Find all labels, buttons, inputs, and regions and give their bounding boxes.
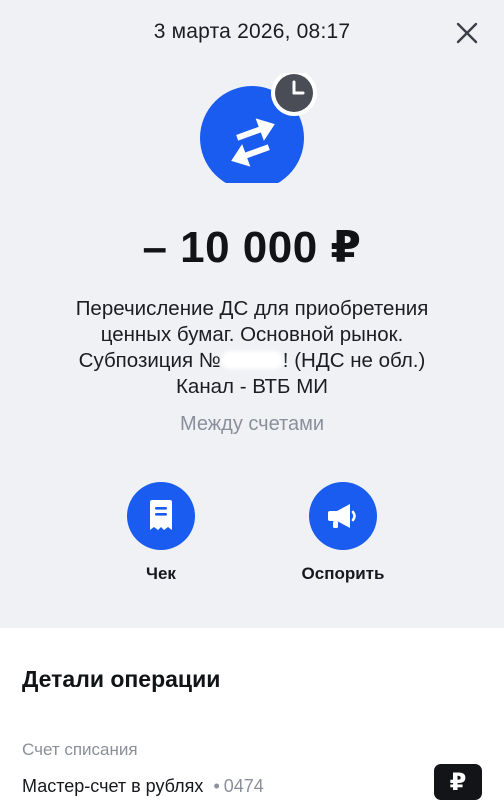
operation-category: Между счетами <box>179 413 325 435</box>
operation-description: Перечисление ДС для приобретения ценных … <box>30 296 474 400</box>
operation-amount: – 10 000 ₽ <box>142 223 362 272</box>
dispute-label: Оспорить <box>301 564 385 583</box>
operation-datetime: 3 марта 2026, 08:17 <box>153 20 351 43</box>
description-line: ценных бумаг. Основной рынок. <box>100 323 404 346</box>
ruble-currency-icon: ₽ <box>434 764 482 800</box>
megaphone-icon <box>328 504 356 528</box>
operation-header: 3 марта 2026, 08:17 – 10 000 ₽ Перечисле… <box>0 0 504 628</box>
receipt-label: Чек <box>146 564 176 583</box>
close-button[interactable] <box>452 18 482 48</box>
debit-account-value[interactable]: Мастер-счет в рублях • 0474 <box>22 776 264 797</box>
separator-dot: • <box>213 776 220 796</box>
details-title: Детали операции <box>22 666 221 692</box>
operation-icon <box>200 70 320 190</box>
redacted-number <box>220 351 283 369</box>
dispute-button-circle[interactable] <box>309 482 377 550</box>
dispute-button[interactable]: Оспорить <box>273 482 413 584</box>
description-line: Канал - ВТБ МИ <box>175 375 329 398</box>
close-icon <box>456 22 478 44</box>
operation-details-panel: Детали операции Счет списания Мастер-сче… <box>0 628 504 800</box>
debit-account-number: 0474 <box>223 776 264 796</box>
receipt-button-circle[interactable] <box>127 482 195 550</box>
debit-account-name: Мастер-счет в рублях <box>22 776 204 796</box>
debit-account-label: Счет списания <box>22 740 138 759</box>
receipt-icon <box>150 500 172 530</box>
description-line: Перечисление ДС для приобретения <box>75 297 429 320</box>
description-line: Субпозиция №! (НДС не обл.) <box>78 349 426 372</box>
receipt-button[interactable]: Чек <box>91 482 231 584</box>
transfer-arrows-icon <box>200 70 317 190</box>
